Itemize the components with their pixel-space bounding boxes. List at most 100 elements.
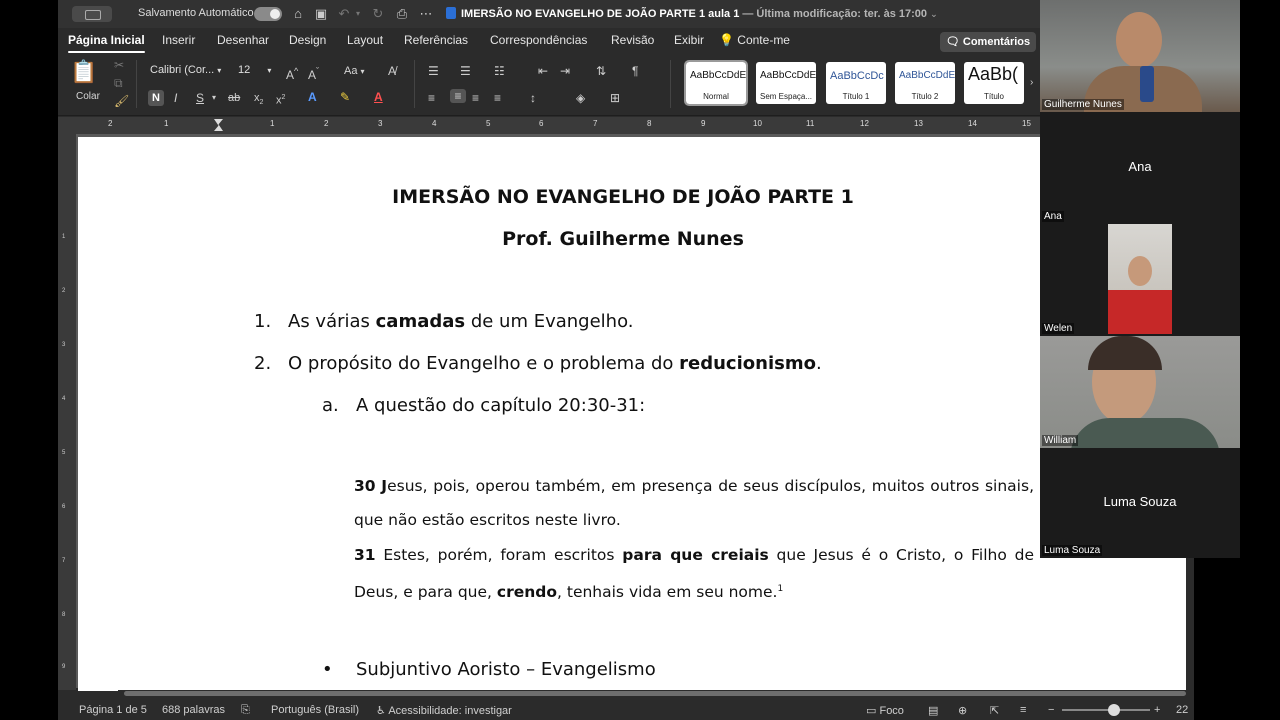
bullets-icon[interactable]: ☰ [428,64,439,78]
footnote-ref[interactable]: 1 [777,584,783,594]
font-size-select[interactable]: 12 ▾ [238,64,276,80]
font-color-icon[interactable]: A [374,90,383,104]
home-icon[interactable]: ⌂ [290,6,306,22]
zoom-value[interactable]: 22 [1176,704,1188,716]
change-case-button[interactable]: Aa ▾ [344,65,365,77]
tab-design[interactable]: Design [289,33,326,47]
page-count[interactable]: Página 1 de 5 [79,704,147,716]
tab-inserir[interactable]: Inserir [162,33,195,47]
tab-revisao[interactable]: Revisão [611,33,654,47]
horizontal-ruler[interactable]: 2 1 1 2 3 4 5 6 7 8 9 10 11 12 13 14 15 [58,117,1194,134]
underline-button[interactable]: S [196,91,204,105]
tab-correspondencias[interactable]: Correspondências [490,33,587,47]
indent-marker[interactable] [214,119,223,131]
microphone-icon [1140,66,1154,102]
horizontal-scrollbar[interactable] [118,690,1188,697]
ruler-number: 15 [1022,119,1031,128]
zoom-slider-thumb[interactable] [1108,704,1120,716]
participant-tile[interactable]: William [1040,336,1240,448]
print-layout-icon[interactable]: ▤ [928,704,938,717]
verse-text: , tenhais vida em seu nome. [557,583,778,602]
align-right-icon[interactable]: ≡ [472,91,479,105]
bold-button[interactable]: N [148,90,164,106]
zoom-in-button[interactable]: + [1154,704,1160,716]
more-icon[interactable]: ⋯ [418,6,434,22]
justify-icon[interactable]: ≡ [494,91,501,105]
word-count[interactable]: 688 palavras [162,704,225,716]
style-title[interactable]: AaBb( Título [964,62,1024,104]
show-formatting-icon[interactable]: ¶ [632,64,638,78]
highlight-color-icon[interactable]: ✎ [340,90,350,104]
clear-formatting-icon[interactable]: A̸ [388,64,396,78]
superscript-button[interactable]: x2 [276,91,285,108]
vruler-number: 9 [62,664,66,670]
proofing-icon[interactable]: ⎘ [241,704,250,717]
zoom-slider[interactable] [1062,709,1150,711]
format-painter-icon[interactable]: 🖌 [114,94,129,108]
autosave-toggle[interactable] [254,7,282,21]
word-document-icon [446,7,456,19]
style-heading-2[interactable]: AaBbCcDdEe Título 2 [895,62,955,104]
undo-dropdown-icon[interactable]: ▾ [350,6,366,22]
redo-icon[interactable]: ↻ [370,6,386,22]
tab-referencias[interactable]: Referências [404,33,468,47]
increase-indent-icon[interactable]: ⇥ [560,64,570,78]
chevron-down-icon[interactable]: ⌄ [930,9,938,19]
document-canvas[interactable]: IMERSÃO NO EVANGELHO DE JOÃO PARTE 1 Pro… [76,134,1186,691]
cut-icon[interactable]: ✂ [114,58,124,72]
language-label[interactable]: Português (Brasil) [271,704,359,716]
separator [414,60,415,108]
chevron-right-icon[interactable]: › [1030,76,1033,90]
participant-tile[interactable]: Ana Ana [1040,112,1240,224]
outline-view-icon[interactable]: ≡ [1020,704,1026,716]
strikethrough-button[interactable]: ab [228,91,240,105]
shrink-font-icon[interactable]: Aˇ [308,64,319,82]
align-left-icon[interactable]: ≡ [428,91,435,105]
style-heading-1[interactable]: AaBbCcDc Título 1 [826,62,886,104]
read-mode-icon[interactable]: ⇱ [990,704,999,717]
separator [670,60,671,108]
focus-mode-button[interactable]: ▭ Foco [866,704,904,717]
print-icon[interactable]: ⎙ [394,6,410,22]
accessibility-status[interactable]: ♿ Acessibilidade: investigar [376,704,512,717]
save-icon[interactable]: ▣ [313,6,329,22]
tab-desenhar[interactable]: Desenhar [217,33,269,47]
document-page[interactable]: IMERSÃO NO EVANGELHO DE JOÃO PARTE 1 Pro… [78,137,1186,691]
style-normal[interactable]: AaBbCcDdEe Normal [684,60,748,106]
sort-icon[interactable]: ⇅ [596,64,606,78]
align-center-icon[interactable]: ≡ [450,89,466,103]
ruler-number: 7 [593,119,598,128]
line-spacing-icon[interactable]: ↕ [530,91,536,105]
participant-tile[interactable]: Luma Souza Luma Souza [1040,448,1240,558]
copy-icon[interactable]: ⧉ [114,76,123,90]
grow-font-icon[interactable]: A^ [286,64,298,82]
tab-pagina-inicial[interactable]: Página Inicial [68,33,145,53]
style-no-spacing[interactable]: AaBbCcDdEe Sem Espaça... [756,62,816,104]
shading-icon[interactable]: ◈ [576,91,585,105]
font-name-select[interactable]: Calibri (Cor... ▾ [150,64,232,80]
tab-exibir[interactable]: Exibir [674,33,704,47]
scrollbar-thumb[interactable] [124,691,1186,696]
zoom-out-button[interactable]: − [1048,704,1054,716]
chevron-down-icon: ▾ [267,66,272,75]
tab-layout[interactable]: Layout [347,33,383,47]
multilevel-list-icon[interactable]: ☷ [494,64,505,78]
style-sample: AaBbCcDdEe [690,70,746,81]
borders-icon[interactable]: ⊞ [610,91,620,105]
sidebar-toggle-button[interactable] [72,6,112,22]
participant-tile[interactable]: Guilherme Nunes [1040,0,1240,112]
decrease-indent-icon[interactable]: ⇤ [538,64,548,78]
comments-button[interactable]: 🗨 Comentários [940,32,1036,52]
italic-button[interactable]: I [174,91,177,105]
web-layout-icon[interactable]: ⊕ [958,704,967,717]
chevron-down-icon[interactable]: ▾ [212,91,216,105]
paste-icon[interactable]: 📋 [70,60,97,84]
subscript-button[interactable]: x2 [254,91,263,110]
participant-name: Welen [1042,323,1075,334]
participant-name: William [1042,435,1079,446]
numbering-icon[interactable]: ☰ [460,64,471,78]
text-effects-icon[interactable]: A [308,90,317,104]
participants-panel: Guilherme Nunes Ana Ana Welen William Lu… [1040,0,1240,558]
participant-tile[interactable]: Welen [1040,224,1240,336]
tell-me-search[interactable]: 💡 Conte-me [719,33,790,47]
